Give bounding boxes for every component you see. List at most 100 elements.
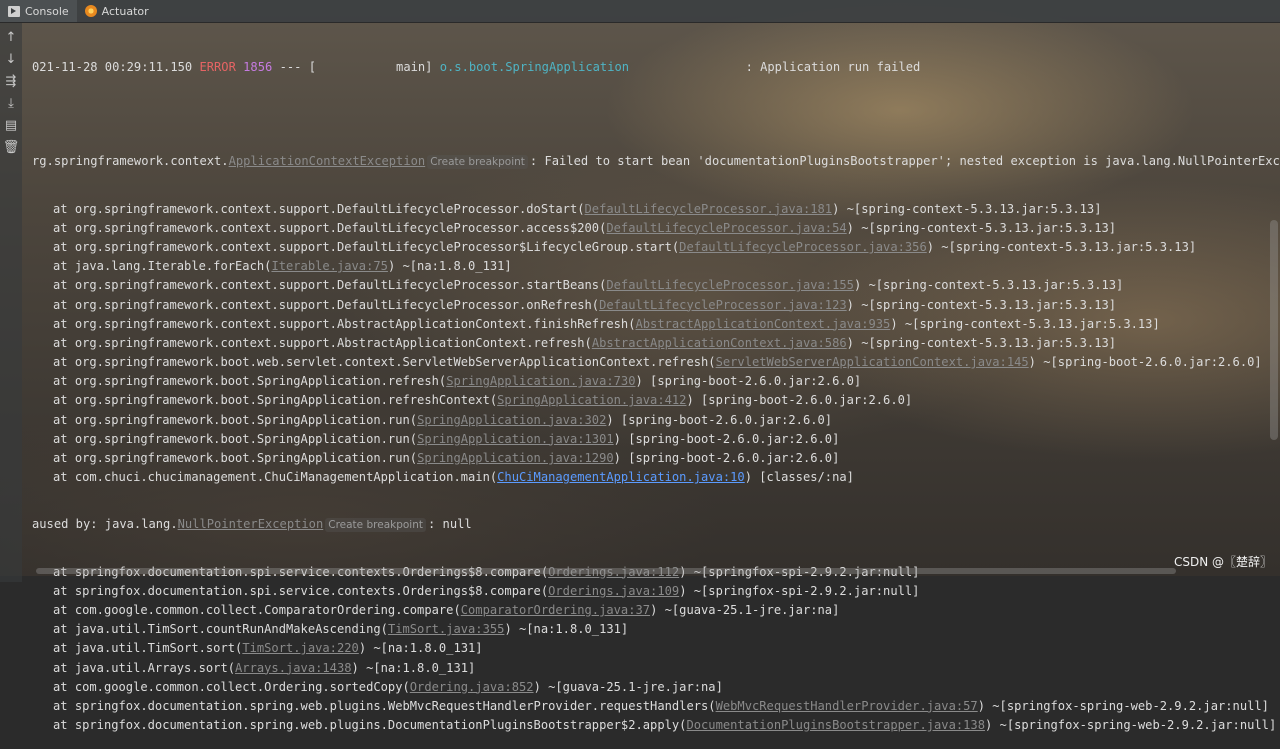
actuator-icon xyxy=(84,5,97,17)
source-file-link[interactable]: WebMvcRequestHandlerProvider.java:57 xyxy=(716,699,978,713)
source-file-link[interactable]: Ordering.java:852 xyxy=(410,680,534,694)
scroll-to-end-icon[interactable]: ⤓ xyxy=(2,95,20,113)
stack-frame-method: at org.springframework.boot.SpringApplic… xyxy=(53,393,498,408)
source-file-link[interactable]: DefaultLifecycleProcessor.java:54 xyxy=(606,221,846,235)
stack-frame-line: at org.springframework.context.support.D… xyxy=(32,200,1272,219)
source-file-link[interactable]: SpringApplication.java:1290 xyxy=(417,451,614,465)
stack-frame-method: at springfox.documentation.spring.web.pl… xyxy=(53,718,687,733)
stack-frame-jar: ) ~[spring-context-5.3.13.jar:5.3.13] xyxy=(832,201,1102,216)
caused-by-line: aused by: java.lang.NullPointerException… xyxy=(32,515,1272,534)
stack-frame-method: at org.springframework.context.support.A… xyxy=(53,316,636,331)
stack-frame-line: at springfox.documentation.spring.web.pl… xyxy=(32,716,1276,735)
watermark: CSDN @〖楚辞〗 xyxy=(1173,555,1272,569)
source-file-link[interactable]: ComparatorOrdering.java:37 xyxy=(461,603,650,617)
log-thread: [ main] xyxy=(308,60,433,74)
tab-actuator-label: Actuator xyxy=(101,4,149,18)
down-arrow-icon[interactable]: ↓ xyxy=(2,51,20,69)
stack-frame-method: at com.google.common.collect.Ordering.so… xyxy=(53,679,410,694)
stack-frame-method: at java.lang.Iterable.forEach( xyxy=(53,259,272,274)
stack-frame-jar: ) [spring-boot-2.6.0.jar:2.6.0] xyxy=(606,412,833,427)
stack-frame-method: at org.springframework.boot.SpringApplic… xyxy=(53,374,447,389)
source-file-link[interactable]: Orderings.java:109 xyxy=(548,584,679,598)
stack-frame-line: at org.springframework.context.support.D… xyxy=(32,238,1272,257)
stack-frame-method: at springfox.documentation.spi.service.c… xyxy=(53,583,549,598)
source-file-link[interactable]: ChuCiManagementApplication.java:10 xyxy=(497,470,745,484)
console-toolbar: ↑ ↓ ⇶ ⤓ ▤ 🗑 xyxy=(0,23,22,582)
source-file-link[interactable]: DefaultLifecycleProcessor.java:155 xyxy=(606,278,854,292)
source-file-link[interactable]: SpringApplication.java:730 xyxy=(446,374,635,388)
stack-frame-method: at springfox.documentation.spring.web.pl… xyxy=(53,698,716,713)
log-level: ERROR xyxy=(199,60,236,74)
source-file-link[interactable]: DocumentationPluginsBootstrapper.java:13… xyxy=(686,718,985,732)
console-output[interactable]: 021-11-28 00:29:11.150 ERROR 1856 --- [ … xyxy=(32,30,1280,732)
stack-frame-jar: ) ~[spring-context-5.3.13.jar:5.3.13] xyxy=(890,316,1160,331)
stack-frame-method: at org.springframework.context.support.D… xyxy=(53,278,607,293)
stack-frame-method: at java.util.TimSort.countRunAndMakeAsce… xyxy=(53,622,388,637)
stack-frame-jar: ) ~[spring-context-5.3.13.jar:5.3.13] xyxy=(846,220,1117,235)
caused-by-prefix: aused by: java.lang. xyxy=(32,517,178,532)
stack-frame-method: at org.springframework.context.support.D… xyxy=(53,220,607,235)
stack-frame-jar: ) ~[spring-boot-2.6.0.jar:2.6.0] xyxy=(1028,355,1262,370)
stack-frame-line: at org.springframework.boot.SpringApplic… xyxy=(32,449,1272,468)
source-file-link[interactable]: DefaultLifecycleProcessor.java:356 xyxy=(679,240,927,254)
stack-frame-method: at org.springframework.boot.SpringApplic… xyxy=(53,451,418,465)
up-arrow-icon[interactable]: ↑ xyxy=(2,29,20,47)
stack-frame-line: at java.util.TimSort.countRunAndMakeAsce… xyxy=(32,620,1272,639)
exception-prefix: rg.springframework.context. xyxy=(32,154,229,169)
stack-frame-line: at springfox.documentation.spi.service.c… xyxy=(32,582,1272,601)
create-breakpoint-hint[interactable]: Create breakpoint xyxy=(325,518,426,533)
stack-frame-line: at org.springframework.context.support.A… xyxy=(32,315,1272,334)
source-file-link[interactable]: SpringApplication.java:1301 xyxy=(417,432,614,446)
stack-frame-jar: ) ~[springfox-spring-web-2.9.2.jar:null] xyxy=(977,698,1269,713)
tab-actuator[interactable]: Actuator xyxy=(77,0,157,22)
stack-frame-jar: ) ~[guava-25.1-jre.jar:na] xyxy=(650,602,840,617)
log-message: : Application run failed xyxy=(745,60,921,74)
source-file-link[interactable]: SpringApplication.java:302 xyxy=(417,413,606,427)
horizontal-scrollbar[interactable] xyxy=(36,568,1176,574)
trash-icon[interactable]: 🗑 xyxy=(2,139,20,157)
stack-frame-line: at springfox.documentation.spring.web.pl… xyxy=(32,697,1272,716)
stack-frame-jar: ) [spring-boot-2.6.0.jar:2.6.0] xyxy=(635,374,862,389)
source-file-link[interactable]: AbstractApplicationContext.java:935 xyxy=(635,317,890,331)
caused-by-class-link[interactable]: NullPointerException xyxy=(178,517,324,531)
source-file-link[interactable]: DefaultLifecycleProcessor.java:181 xyxy=(585,202,833,216)
source-file-link[interactable]: AbstractApplicationContext.java:586 xyxy=(592,336,847,350)
print-icon[interactable]: ▤ xyxy=(2,117,20,135)
source-file-link[interactable]: Arrays.java:1438 xyxy=(235,661,352,675)
stack-frames-primary: at org.springframework.context.support.D… xyxy=(32,200,1272,488)
source-file-link[interactable]: SpringApplication.java:412 xyxy=(497,393,686,407)
stack-frame-jar: ) ~[springfox-spi-2.9.2.jar:null] xyxy=(679,583,920,598)
stack-frame-method: at org.springframework.context.support.D… xyxy=(53,239,680,254)
exception-class-link[interactable]: ApplicationContextException xyxy=(229,154,426,168)
stack-frame-jar: ) ~[spring-context-5.3.13.jar:5.3.13] xyxy=(853,278,1124,293)
stack-frame-line: at com.google.common.collect.Ordering.so… xyxy=(32,678,1272,697)
source-file-link[interactable]: TimSort.java:220 xyxy=(242,641,359,655)
exception-message: : Failed to start bean 'documentationPlu… xyxy=(529,154,1280,169)
stack-frame-line: at org.springframework.context.support.A… xyxy=(32,334,1272,353)
source-file-link[interactable]: DefaultLifecycleProcessor.java:123 xyxy=(599,298,847,312)
stack-frame-method: at java.util.Arrays.sort( xyxy=(53,660,236,675)
source-file-link[interactable]: TimSort.java:355 xyxy=(388,622,505,636)
source-file-link[interactable]: ServletWebServerApplicationContext.java:… xyxy=(716,355,1029,369)
stack-frame-line: at org.springframework.boot.SpringApplic… xyxy=(32,411,1272,430)
stack-frame-method: at org.springframework.boot.SpringApplic… xyxy=(53,431,418,446)
stack-frame-jar: ) ~[na:1.8.0_131] xyxy=(504,622,629,637)
source-file-link[interactable]: Iterable.java:75 xyxy=(271,259,388,273)
tab-console[interactable]: Console xyxy=(0,0,77,22)
stack-frame-method: at org.springframework.context.support.A… xyxy=(53,335,592,350)
stack-frame-method: at com.google.common.collect.ComparatorO… xyxy=(53,602,461,617)
stack-frame-jar: ) ~[na:1.8.0_131] xyxy=(358,641,483,656)
exception-line: rg.springframework.context.ApplicationCo… xyxy=(32,152,1280,171)
stack-frame-line: at java.util.TimSort.sort(TimSort.java:2… xyxy=(32,639,1272,658)
soft-wrap-icon[interactable]: ⇶ xyxy=(2,73,20,91)
stack-frame-line: at org.springframework.context.support.D… xyxy=(32,219,1272,238)
stack-frame-line: at com.google.common.collect.ComparatorO… xyxy=(32,601,1272,620)
create-breakpoint-hint[interactable]: Create breakpoint xyxy=(427,155,528,170)
vertical-scrollbar[interactable] xyxy=(1270,220,1278,440)
stack-frame-line: at org.springframework.boot.SpringApplic… xyxy=(32,430,1272,449)
stack-frame-method: at org.springframework.context.support.D… xyxy=(53,297,600,312)
stack-frame-jar: ) [spring-boot-2.6.0.jar:2.6.0] xyxy=(686,393,913,408)
stack-frame-method: at java.util.TimSort.sort( xyxy=(53,641,243,656)
log-header-line: 021-11-28 00:29:11.150 ERROR 1856 --- [ … xyxy=(32,58,1272,77)
